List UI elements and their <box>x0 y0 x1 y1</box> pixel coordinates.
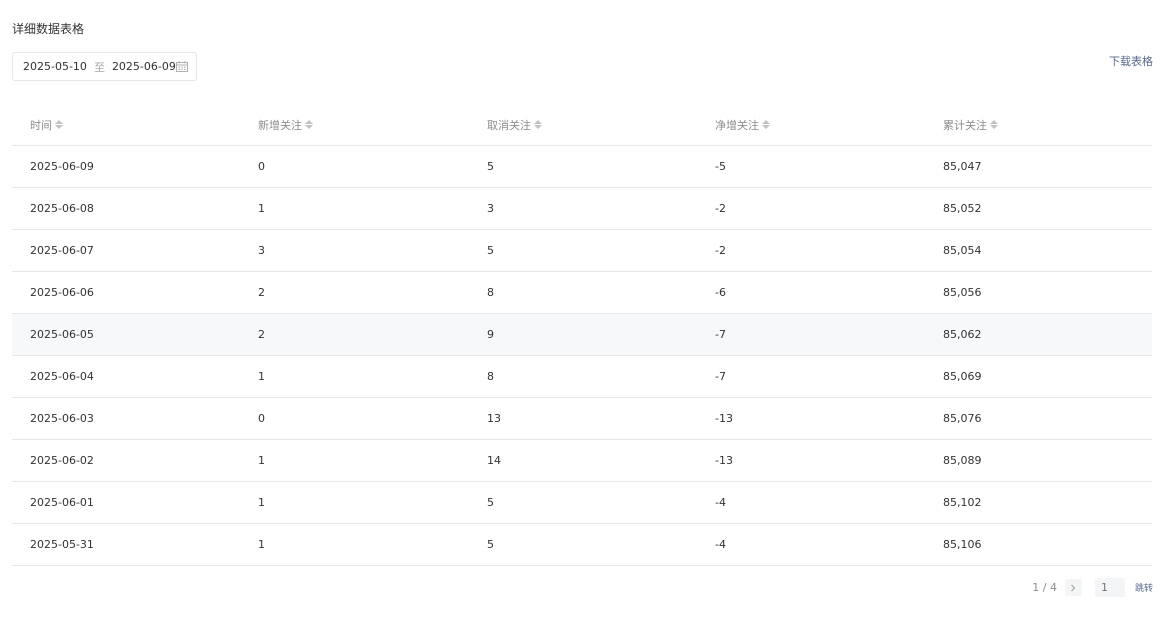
sort-icon <box>55 120 63 129</box>
cell-time: 2025-06-02 <box>30 454 94 467</box>
sort-icon <box>305 120 313 129</box>
download-table-link[interactable]: 下载表格 <box>1109 53 1153 69</box>
cell-total-follows: 85,047 <box>943 160 982 173</box>
table-row: 2025-06-09 0 5 -5 85,047 <box>12 146 1152 188</box>
cell-net-follows: -13 <box>715 454 733 467</box>
cell-new-follows: 1 <box>258 370 265 383</box>
cell-unfollows: 8 <box>487 286 494 299</box>
cell-new-follows: 0 <box>258 412 265 425</box>
column-header-label: 新增关注 <box>258 118 302 132</box>
table-row: 2025-06-04 1 8 -7 85,069 <box>12 356 1152 398</box>
cell-time: 2025-06-07 <box>30 244 94 257</box>
cell-time: 2025-06-08 <box>30 202 94 215</box>
next-page-button[interactable] <box>1064 579 1082 596</box>
cell-unfollows: 5 <box>487 496 494 509</box>
cell-new-follows: 1 <box>258 538 265 551</box>
cell-unfollows: 3 <box>487 202 494 215</box>
date-range-picker[interactable]: 2025-05-10 至 2025-06-09 <box>12 52 197 81</box>
cell-total-follows: 85,069 <box>943 370 982 383</box>
cell-net-follows: -6 <box>715 286 726 299</box>
cell-net-follows: -7 <box>715 370 726 383</box>
data-table: 时间 新增关注 取消关注 净增关注 累计关注 2025-06-09 0 5 -5… <box>12 104 1152 566</box>
cell-total-follows: 85,052 <box>943 202 982 215</box>
cell-unfollows: 14 <box>487 454 501 467</box>
cell-total-follows: 85,106 <box>943 538 982 551</box>
cell-unfollows: 9 <box>487 328 494 341</box>
cell-unfollows: 13 <box>487 412 501 425</box>
table-row: 2025-06-08 1 3 -2 85,052 <box>12 188 1152 230</box>
table-row: 2025-06-02 1 14 -13 85,089 <box>12 440 1152 482</box>
cell-new-follows: 3 <box>258 244 265 257</box>
calendar-icon <box>176 61 188 72</box>
cell-total-follows: 85,054 <box>943 244 982 257</box>
page-number-input[interactable] <box>1094 578 1125 597</box>
cell-unfollows: 5 <box>487 160 494 173</box>
column-header-time[interactable]: 时间 <box>12 117 240 133</box>
cell-net-follows: -2 <box>715 244 726 257</box>
column-header-label: 累计关注 <box>943 118 987 132</box>
cell-net-follows: -5 <box>715 160 726 173</box>
page-info: 1 / 4 <box>1032 581 1057 594</box>
cell-new-follows: 2 <box>258 286 265 299</box>
table-row: 2025-05-31 1 5 -4 85,106 <box>12 524 1152 566</box>
cell-total-follows: 85,076 <box>943 412 982 425</box>
cell-net-follows: -7 <box>715 328 726 341</box>
column-header-net-follows[interactable]: 净增关注 <box>697 117 925 133</box>
column-header-label: 时间 <box>30 118 52 132</box>
cell-new-follows: 2 <box>258 328 265 341</box>
cell-net-follows: -4 <box>715 496 726 509</box>
cell-new-follows: 1 <box>258 202 265 215</box>
cell-total-follows: 85,056 <box>943 286 982 299</box>
table-row: 2025-06-03 0 13 -13 85,076 <box>12 398 1152 440</box>
cell-total-follows: 85,102 <box>943 496 982 509</box>
cell-unfollows: 5 <box>487 244 494 257</box>
cell-net-follows: -2 <box>715 202 726 215</box>
sort-icon <box>534 120 542 129</box>
table-row: 2025-06-01 1 5 -4 85,102 <box>12 482 1152 524</box>
cell-time: 2025-06-01 <box>30 496 94 509</box>
cell-new-follows: 0 <box>258 160 265 173</box>
sort-icon <box>762 120 770 129</box>
table-row: 2025-06-07 3 5 -2 85,054 <box>12 230 1152 272</box>
table-row: 2025-06-05 2 9 -7 85,062 <box>12 314 1152 356</box>
date-range-separator: 至 <box>93 60 105 74</box>
cell-unfollows: 8 <box>487 370 494 383</box>
chevron-right-icon <box>1071 584 1076 591</box>
cell-time: 2025-05-31 <box>30 538 94 551</box>
cell-time: 2025-06-03 <box>30 412 94 425</box>
cell-time: 2025-06-05 <box>30 328 94 341</box>
pagination: 1 / 4 跳转 <box>1032 578 1153 597</box>
cell-new-follows: 1 <box>258 496 265 509</box>
table-header: 时间 新增关注 取消关注 净增关注 累计关注 <box>12 104 1152 146</box>
cell-net-follows: -4 <box>715 538 726 551</box>
cell-unfollows: 5 <box>487 538 494 551</box>
cell-total-follows: 85,089 <box>943 454 982 467</box>
cell-total-follows: 85,062 <box>943 328 982 341</box>
cell-time: 2025-06-04 <box>30 370 94 383</box>
column-header-label: 取消关注 <box>487 118 531 132</box>
cell-net-follows: -13 <box>715 412 733 425</box>
cell-time: 2025-06-09 <box>30 160 94 173</box>
column-header-unfollows[interactable]: 取消关注 <box>469 117 697 133</box>
table-row: 2025-06-06 2 8 -6 85,056 <box>12 272 1152 314</box>
sort-icon <box>990 120 998 129</box>
cell-time: 2025-06-06 <box>30 286 94 299</box>
date-range-end: 2025-06-09 <box>111 60 176 73</box>
cell-new-follows: 1 <box>258 454 265 467</box>
jump-button[interactable]: 跳转 <box>1135 581 1153 594</box>
column-header-total-follows[interactable]: 累计关注 <box>925 117 1152 133</box>
column-header-label: 净增关注 <box>715 118 759 132</box>
column-header-new-follows[interactable]: 新增关注 <box>240 117 469 133</box>
date-range-start: 2025-05-10 <box>23 60 87 73</box>
section-title: 详细数据表格 <box>12 22 85 36</box>
